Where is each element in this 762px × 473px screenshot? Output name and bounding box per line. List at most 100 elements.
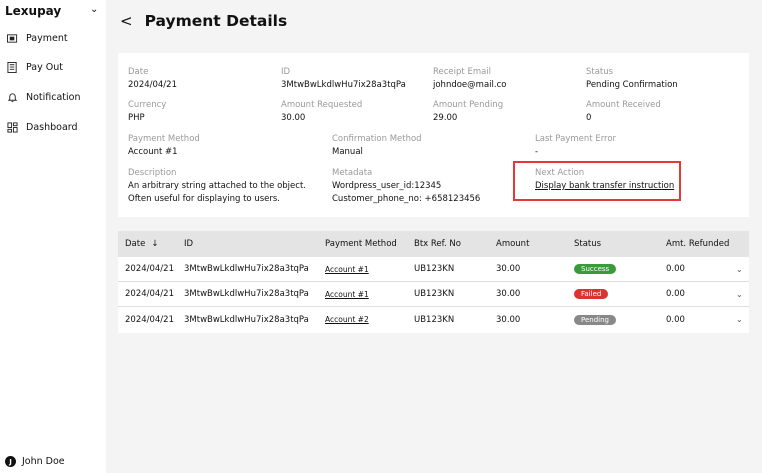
sidebar-item-label: Payment [26,33,68,44]
value: 2024/04/21 [128,80,177,90]
value: Wordpress_user_id:12345 [332,181,442,191]
column-header-ref: Btx Ref. No [414,239,461,249]
cell-ref: UB123KN [414,314,455,325]
field-description: Description An arbitrary string attached … [128,167,323,206]
page-title: Payment Details [144,12,288,30]
status-badge: Failed [574,289,609,299]
back-chevron-icon[interactable]: < [120,12,133,30]
cell-refunded: 0.00 [666,264,685,274]
banknote-icon [7,34,18,43]
label: Payment Method [128,134,200,144]
label: Date [128,67,149,77]
field-date: Date 2024/04/21 [128,66,177,92]
expand-chevron-icon[interactable]: ⌄ [736,307,743,332]
cell-refunded: 0.00 [666,314,685,325]
field-amount-received: Amount Received 0 [586,99,661,125]
cell-amount: 30.00 [496,314,521,325]
sidebar-item-payment[interactable]: Payment [7,33,68,44]
cell-refunded: 0.00 [666,289,685,299]
value: PHP [128,113,145,123]
expand-chevron-icon[interactable]: ⌄ [736,257,743,281]
cell-date: 2024/04/21 [125,264,174,274]
sidebar-item-pay-out[interactable]: Pay Out [7,62,63,73]
value: johndoe@mail.co [433,80,507,90]
label: Last Payment Error [535,134,617,144]
cell-amount: 30.00 [496,264,521,274]
label: ID [281,67,291,77]
column-header-refunded: Amt. Refunded [666,239,730,249]
payment-method-link[interactable]: Account #1 [325,265,369,274]
user-name: John Doe [22,456,65,467]
expand-chevron-icon[interactable]: ⌄ [736,282,743,306]
sidebar-item-label: Notification [26,92,81,103]
cell-ref: UB123KN [414,289,455,299]
value: 0 [586,113,592,123]
value: Customer_phone_no: +658123456 [332,194,481,204]
column-header-payment-method: Payment Method [325,239,397,249]
chevron-down-icon[interactable]: ⌄ [90,4,98,15]
sidebar-item-label: Pay Out [26,62,63,73]
label: Amount Received [586,100,661,110]
field-last-payment-error: Last Payment Error - [535,133,616,159]
table-row[interactable]: 2024/04/21 3MtwBwLkdlwHu7ix28a3tqPa Acco… [118,282,749,307]
field-id: ID 3MtwBwLkdlwHu7ix28a3tqPa [281,66,406,92]
payment-method-link[interactable]: Account #2 [325,315,369,324]
value: An arbitrary string attached to the obje… [128,181,306,204]
value: 3MtwBwLkdlwHu7ix28a3tqPa [281,80,406,90]
list-icon [7,62,17,73]
cell-id: 3MtwBwLkdlwHu7ix28a3tqPa [184,289,309,299]
label: Status [586,67,614,77]
table-header: Date ↓ ID Payment Method Btx Ref. No Amou… [118,231,749,257]
sidebar-item-label: Dashboard [26,122,78,133]
cell-id: 3MtwBwLkdlwHu7ix28a3tqPa [184,314,309,325]
field-status: Status Pending Confirmation [586,66,678,92]
column-header-date[interactable]: Date ↓ [125,231,158,257]
highlight-box [513,161,681,201]
column-header-amount: Amount [496,239,530,249]
user-profile[interactable]: J John Doe [5,456,65,467]
label: Description [128,168,177,178]
field-confirmation-method: Confirmation Method Manual [332,133,422,159]
page-header: < Payment Details [120,12,287,30]
brand-name: Lexupay [5,4,62,18]
value: - [535,147,539,157]
field-receipt-email: Receipt Email johndoe@mail.co [433,66,506,92]
value: 29.00 [433,113,458,123]
cell-amount: 30.00 [496,289,521,299]
label: Currency [128,100,167,110]
sidebar: Lexupay ⌄ Payment Pay Out Notification D… [0,0,106,473]
header-label: Date [125,239,146,249]
field-amount-pending: Amount Pending 29.00 [433,99,503,125]
label: Confirmation Method [332,134,422,144]
value: Account #1 [128,147,178,157]
status-badge: Pending [574,314,616,325]
cell-date: 2024/04/21 [125,289,174,299]
table-row[interactable]: 2024/04/21 3MtwBwLkdlwHu7ix28a3tqPa Acco… [118,307,749,332]
arrow-down-icon: ↓ [151,239,159,249]
column-header-status: Status [574,239,602,249]
avatar: J [5,456,16,467]
value: 30.00 [281,113,306,123]
sidebar-item-dashboard[interactable]: Dashboard [7,122,78,133]
value: Pending Confirmation [586,80,678,90]
cell-id: 3MtwBwLkdlwHu7ix28a3tqPa [184,264,309,274]
table-row[interactable]: 2024/04/21 3MtwBwLkdlwHu7ix28a3tqPa Acco… [118,257,749,282]
field-amount-requested: Amount Requested 30.00 [281,99,362,125]
field-payment-method: Payment Method Account #1 [128,133,200,159]
field-currency: Currency PHP [128,99,166,125]
payment-method-link[interactable]: Account #1 [325,290,369,299]
bell-icon [7,93,18,103]
label: Metadata [332,168,373,178]
transactions-table: Date ↓ ID Payment Method Btx Ref. No Amou… [118,231,749,333]
label: Amount Requested [281,100,363,110]
field-metadata: Metadata Wordpress_user_id:12345 Customer_… [332,167,480,206]
value: Manual [332,147,363,157]
cell-ref: UB123KN [414,264,455,274]
status-badge: Success [574,264,617,274]
sidebar-item-notification[interactable]: Notification [7,92,81,103]
column-header-id: ID [184,239,194,249]
dashboard-icon [7,122,18,133]
label: Receipt Email [433,67,492,77]
cell-date: 2024/04/21 [125,314,174,325]
label: Amount Pending [433,100,504,110]
